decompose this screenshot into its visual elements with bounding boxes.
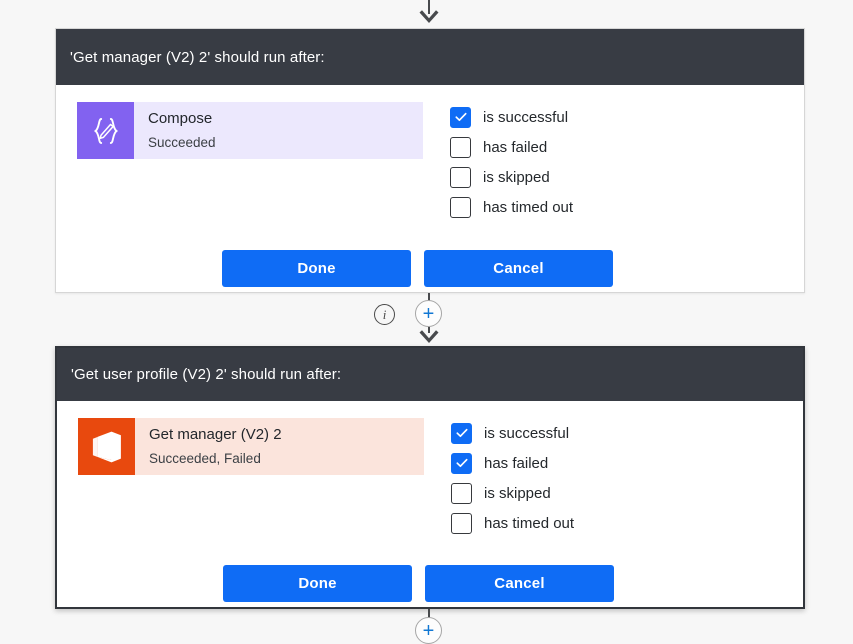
condition-row-has-timed-out[interactable]: has timed out bbox=[450, 192, 573, 222]
condition-row-is-skipped[interactable]: is skipped bbox=[451, 478, 574, 508]
card-actions: Done Cancel bbox=[223, 565, 803, 602]
cancel-button[interactable]: Cancel bbox=[424, 250, 613, 287]
condition-row-is-successful[interactable]: is successful bbox=[451, 418, 574, 448]
done-button[interactable]: Done bbox=[222, 250, 411, 287]
run-after-card-get-manager[interactable]: 'Get manager (V2) 2' should run after: C… bbox=[55, 28, 805, 293]
card-body: Get manager (V2) 2 Succeeded, Failed is … bbox=[57, 401, 803, 607]
compose-icon bbox=[77, 102, 134, 159]
add-step-button-bottom[interactable]: + bbox=[415, 617, 442, 644]
card-actions: Done Cancel bbox=[222, 250, 804, 287]
checkbox-has-failed[interactable] bbox=[451, 452, 472, 474]
info-icon[interactable]: i bbox=[374, 304, 395, 325]
condition-row-is-successful[interactable]: is successful bbox=[450, 102, 573, 132]
action-chip-get-manager[interactable]: Get manager (V2) 2 Succeeded, Failed bbox=[78, 418, 424, 475]
checkbox-is-successful[interactable] bbox=[450, 106, 471, 128]
action-status: Succeeded, Failed bbox=[149, 451, 261, 466]
card-body-top: Compose Succeeded is successful has fail… bbox=[56, 85, 804, 222]
condition-label: has failed bbox=[484, 454, 549, 472]
card-header-title: 'Get user profile (V2) 2' should run aft… bbox=[71, 366, 342, 383]
card-header: 'Get manager (V2) 2' should run after: bbox=[56, 29, 804, 85]
condition-label: has failed bbox=[483, 138, 548, 156]
checkbox-has-timed-out[interactable] bbox=[450, 196, 471, 218]
condition-label: is skipped bbox=[483, 168, 550, 186]
plus-glyph: + bbox=[422, 619, 435, 642]
card-header: 'Get user profile (V2) 2' should run aft… bbox=[57, 348, 803, 401]
run-after-card-get-user-profile[interactable]: 'Get user profile (V2) 2' should run aft… bbox=[55, 346, 805, 609]
condition-checklist: is successful has failed is skipped has … bbox=[451, 418, 574, 538]
add-step-button-middle[interactable]: + bbox=[415, 300, 442, 327]
card-header-title: 'Get manager (V2) 2' should run after: bbox=[70, 48, 325, 66]
action-status: Succeeded bbox=[148, 135, 216, 150]
condition-label: has timed out bbox=[484, 514, 575, 532]
action-chip-compose[interactable]: Compose Succeeded bbox=[77, 102, 423, 159]
office365-icon bbox=[78, 418, 135, 475]
action-chip-text: Compose Succeeded bbox=[134, 102, 216, 159]
arrow-down-icon bbox=[414, 6, 444, 24]
action-title: Get manager (V2) 2 bbox=[149, 426, 282, 443]
action-title: Compose bbox=[148, 110, 213, 127]
done-button[interactable]: Done bbox=[223, 565, 412, 602]
card-body-top: Get manager (V2) 2 Succeeded, Failed is … bbox=[57, 401, 803, 538]
arrow-down-icon-middle bbox=[414, 326, 444, 344]
plus-glyph: + bbox=[422, 302, 435, 325]
condition-checklist: is successful has failed is skipped has … bbox=[450, 102, 573, 222]
checkbox-is-skipped[interactable] bbox=[450, 166, 471, 188]
checkbox-has-failed[interactable] bbox=[450, 136, 471, 158]
condition-label: is successful bbox=[483, 108, 569, 126]
condition-label: is successful bbox=[484, 424, 570, 442]
cancel-button[interactable]: Cancel bbox=[425, 565, 614, 602]
condition-label: is skipped bbox=[484, 484, 551, 502]
condition-row-has-timed-out[interactable]: has timed out bbox=[451, 508, 574, 538]
checkbox-has-timed-out[interactable] bbox=[451, 512, 472, 534]
checkbox-is-skipped[interactable] bbox=[451, 482, 472, 504]
info-glyph: i bbox=[382, 307, 387, 322]
card-body: Compose Succeeded is successful has fail… bbox=[56, 85, 804, 292]
checkbox-is-successful[interactable] bbox=[451, 422, 472, 444]
condition-row-is-skipped[interactable]: is skipped bbox=[450, 162, 573, 192]
action-chip-text: Get manager (V2) 2 Succeeded, Failed bbox=[135, 418, 282, 475]
condition-row-has-failed[interactable]: has failed bbox=[450, 132, 573, 162]
condition-label: has timed out bbox=[483, 198, 574, 216]
condition-row-has-failed[interactable]: has failed bbox=[451, 448, 574, 478]
